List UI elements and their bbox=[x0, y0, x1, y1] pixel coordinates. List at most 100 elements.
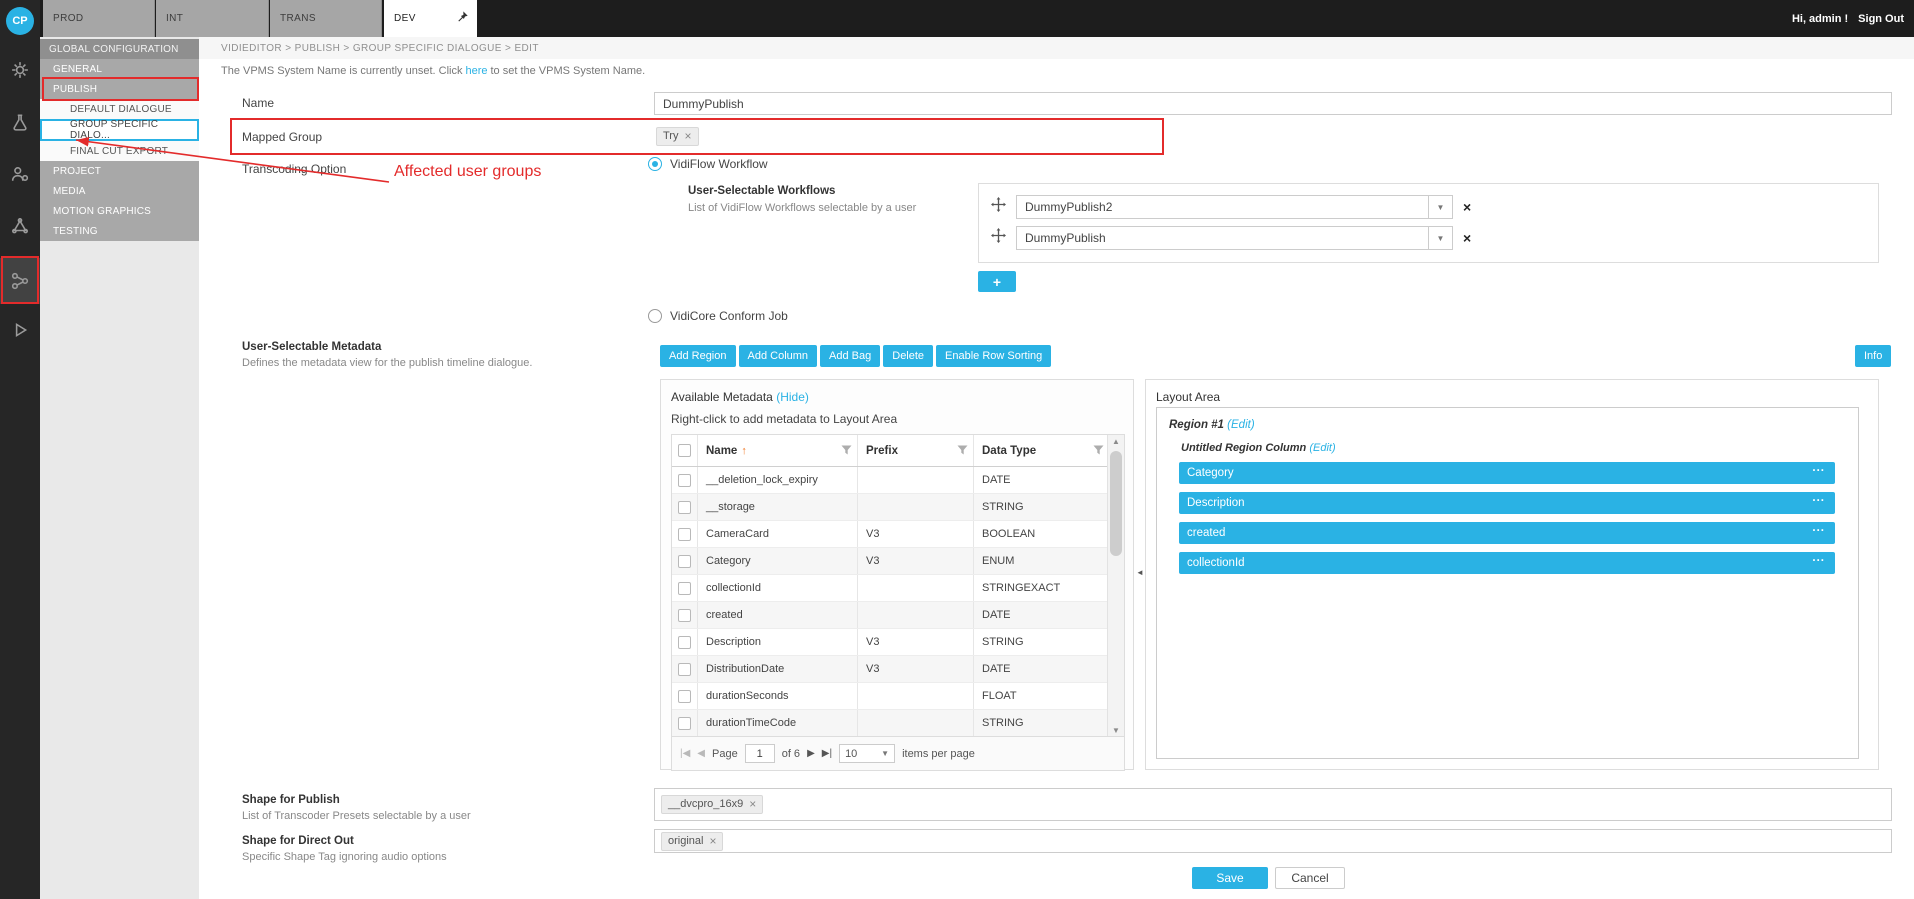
layout-item-category[interactable]: Category ... bbox=[1179, 462, 1835, 484]
process-flask-icon[interactable] bbox=[0, 102, 40, 142]
sidebar-item-final-cut-export[interactable]: FINAL CUT EXPORT bbox=[40, 141, 199, 161]
sidebar-item-group-specific-dialogue[interactable]: GROUP SPECIFIC DIALO... bbox=[40, 119, 199, 141]
table-row[interactable]: Category V3 ENUM bbox=[672, 548, 1109, 575]
column-edit-link[interactable]: (Edit) bbox=[1309, 442, 1335, 454]
select-all-checkbox[interactable] bbox=[678, 444, 691, 457]
sidebar-item-general[interactable]: GENERAL bbox=[40, 59, 199, 79]
env-tab-int[interactable]: INT bbox=[156, 0, 269, 37]
table-scrollbar[interactable]: ▲ ▼ bbox=[1107, 435, 1124, 737]
name-input[interactable] bbox=[654, 92, 1892, 115]
remove-tag-icon[interactable]: × bbox=[709, 835, 716, 848]
filter-icon[interactable] bbox=[1093, 445, 1104, 459]
pager-first-button[interactable]: |◀ bbox=[680, 748, 690, 759]
delete-button[interactable]: Delete bbox=[883, 345, 933, 367]
more-icon[interactable]: ... bbox=[1812, 552, 1825, 564]
table-row[interactable]: collectionId STRINGEXACT bbox=[672, 575, 1109, 602]
vidiflow-radio[interactable] bbox=[648, 157, 662, 171]
move-icon[interactable] bbox=[991, 197, 1006, 217]
row-checkbox[interactable] bbox=[678, 501, 691, 514]
remove-workflow-button[interactable]: × bbox=[1463, 230, 1471, 246]
table-row[interactable]: __storage STRING bbox=[672, 494, 1109, 521]
here-link[interactable]: here bbox=[465, 65, 487, 77]
dropdown-button[interactable]: ▼ bbox=[1428, 196, 1452, 218]
move-icon[interactable] bbox=[991, 228, 1006, 248]
sidebar-item-motion-graphics[interactable]: MOTION GRAPHICS bbox=[40, 201, 199, 221]
filter-icon[interactable] bbox=[841, 445, 852, 459]
row-checkbox[interactable] bbox=[678, 474, 691, 487]
cell-type: ENUM bbox=[974, 548, 1109, 574]
column-header-prefix[interactable]: Prefix bbox=[858, 435, 974, 466]
row-checkbox[interactable] bbox=[678, 690, 691, 703]
shape-publish-tag: __dvcpro_16x9 × bbox=[661, 795, 763, 814]
add-bag-button[interactable]: Add Bag bbox=[820, 345, 880, 367]
env-tab-dev[interactable]: DEV bbox=[384, 0, 477, 37]
table-row[interactable]: created DATE bbox=[672, 602, 1109, 629]
column-header-name[interactable]: Name ↑ bbox=[698, 435, 858, 466]
layout-item-collectionid[interactable]: collectionId ... bbox=[1179, 552, 1835, 574]
sidebar-item-media[interactable]: MEDIA bbox=[40, 181, 199, 201]
scrollbar-thumb[interactable] bbox=[1110, 451, 1122, 556]
table-row[interactable]: Description V3 STRING bbox=[672, 629, 1109, 656]
enable-row-sorting-button[interactable]: Enable Row Sorting bbox=[936, 345, 1051, 367]
layout-item-description[interactable]: Description ... bbox=[1179, 492, 1835, 514]
row-checkbox[interactable] bbox=[678, 528, 691, 541]
more-icon[interactable]: ... bbox=[1812, 492, 1825, 504]
remove-tag-icon[interactable]: × bbox=[749, 798, 756, 811]
add-region-button[interactable]: Add Region bbox=[660, 345, 736, 367]
scroll-down-icon[interactable]: ▼ bbox=[1108, 726, 1124, 735]
dropdown-button[interactable]: ▼ bbox=[1428, 227, 1452, 249]
pin-icon[interactable] bbox=[455, 10, 469, 27]
table-row[interactable]: CameraCard V3 BOOLEAN bbox=[672, 521, 1109, 548]
layout-item-created[interactable]: created ... bbox=[1179, 522, 1835, 544]
pager-prev-button[interactable]: ◀ bbox=[697, 748, 705, 759]
scroll-up-icon[interactable]: ▲ bbox=[1108, 437, 1124, 446]
sidebar-item-default-dialogue[interactable]: DEFAULT DIALOGUE bbox=[40, 99, 199, 119]
collapse-left-icon[interactable]: ◄ bbox=[1136, 568, 1144, 577]
pager-last-button[interactable]: ▶| bbox=[822, 748, 832, 759]
table-row[interactable]: __deletion_lock_expiry DATE bbox=[672, 467, 1109, 494]
row-checkbox[interactable] bbox=[678, 717, 691, 730]
table-row[interactable]: durationTimeCode STRING bbox=[672, 710, 1109, 737]
page-size-select[interactable]: 10 ▼ bbox=[839, 744, 895, 763]
env-tab-prod[interactable]: PROD bbox=[43, 0, 155, 37]
vidicore-radio[interactable] bbox=[648, 309, 662, 323]
env-tab-trans[interactable]: TRANS bbox=[270, 0, 382, 37]
workflow-select[interactable]: DummyPublish ▼ bbox=[1016, 226, 1453, 250]
sidebar-item-project[interactable]: PROJECT bbox=[40, 161, 199, 181]
sidebar-item-testing[interactable]: TESTING bbox=[40, 221, 199, 241]
add-column-button[interactable]: Add Column bbox=[739, 345, 818, 367]
workflow-select[interactable]: DummyPublish2 ▼ bbox=[1016, 195, 1453, 219]
more-icon[interactable]: ... bbox=[1812, 462, 1825, 474]
table-row[interactable]: durationSeconds FLOAT bbox=[672, 683, 1109, 710]
row-checkbox[interactable] bbox=[678, 663, 691, 676]
remove-workflow-button[interactable]: × bbox=[1463, 199, 1471, 215]
region-edit-link[interactable]: (Edit) bbox=[1227, 419, 1254, 431]
hierarchy-icon[interactable] bbox=[0, 206, 40, 246]
more-icon[interactable]: ... bbox=[1812, 522, 1825, 534]
filter-icon[interactable] bbox=[957, 445, 968, 459]
sign-out-link[interactable]: Sign Out bbox=[1858, 13, 1904, 25]
modules-icon[interactable] bbox=[0, 50, 40, 90]
row-checkbox[interactable] bbox=[678, 609, 691, 622]
row-checkbox[interactable] bbox=[678, 636, 691, 649]
add-workflow-button[interactable]: + bbox=[978, 271, 1016, 292]
shape-publish-input[interactable]: __dvcpro_16x9 × bbox=[654, 788, 1892, 821]
info-button[interactable]: Info bbox=[1855, 345, 1891, 367]
page-number-input[interactable] bbox=[745, 744, 775, 763]
play-editor-icon[interactable] bbox=[0, 310, 40, 350]
shape-direct-input[interactable]: original × bbox=[654, 829, 1892, 853]
cancel-button[interactable]: Cancel bbox=[1275, 867, 1345, 889]
cell-prefix: V3 bbox=[858, 521, 974, 547]
panel-splitter[interactable]: ◄ bbox=[1135, 549, 1145, 595]
pager-next-button[interactable]: ▶ bbox=[807, 748, 815, 759]
row-checkbox[interactable] bbox=[678, 555, 691, 568]
remove-tag-icon[interactable]: × bbox=[684, 130, 691, 143]
sidebar-item-publish[interactable]: PUBLISH bbox=[40, 79, 199, 99]
save-button[interactable]: Save bbox=[1192, 867, 1268, 889]
table-row[interactable]: DistributionDate V3 DATE bbox=[672, 656, 1109, 683]
column-header-data-type[interactable]: Data Type bbox=[974, 435, 1109, 466]
hide-link[interactable]: (Hide) bbox=[776, 390, 809, 404]
configuration-network-icon[interactable] bbox=[0, 258, 40, 304]
row-checkbox[interactable] bbox=[678, 582, 691, 595]
user-settings-icon[interactable] bbox=[0, 154, 40, 194]
